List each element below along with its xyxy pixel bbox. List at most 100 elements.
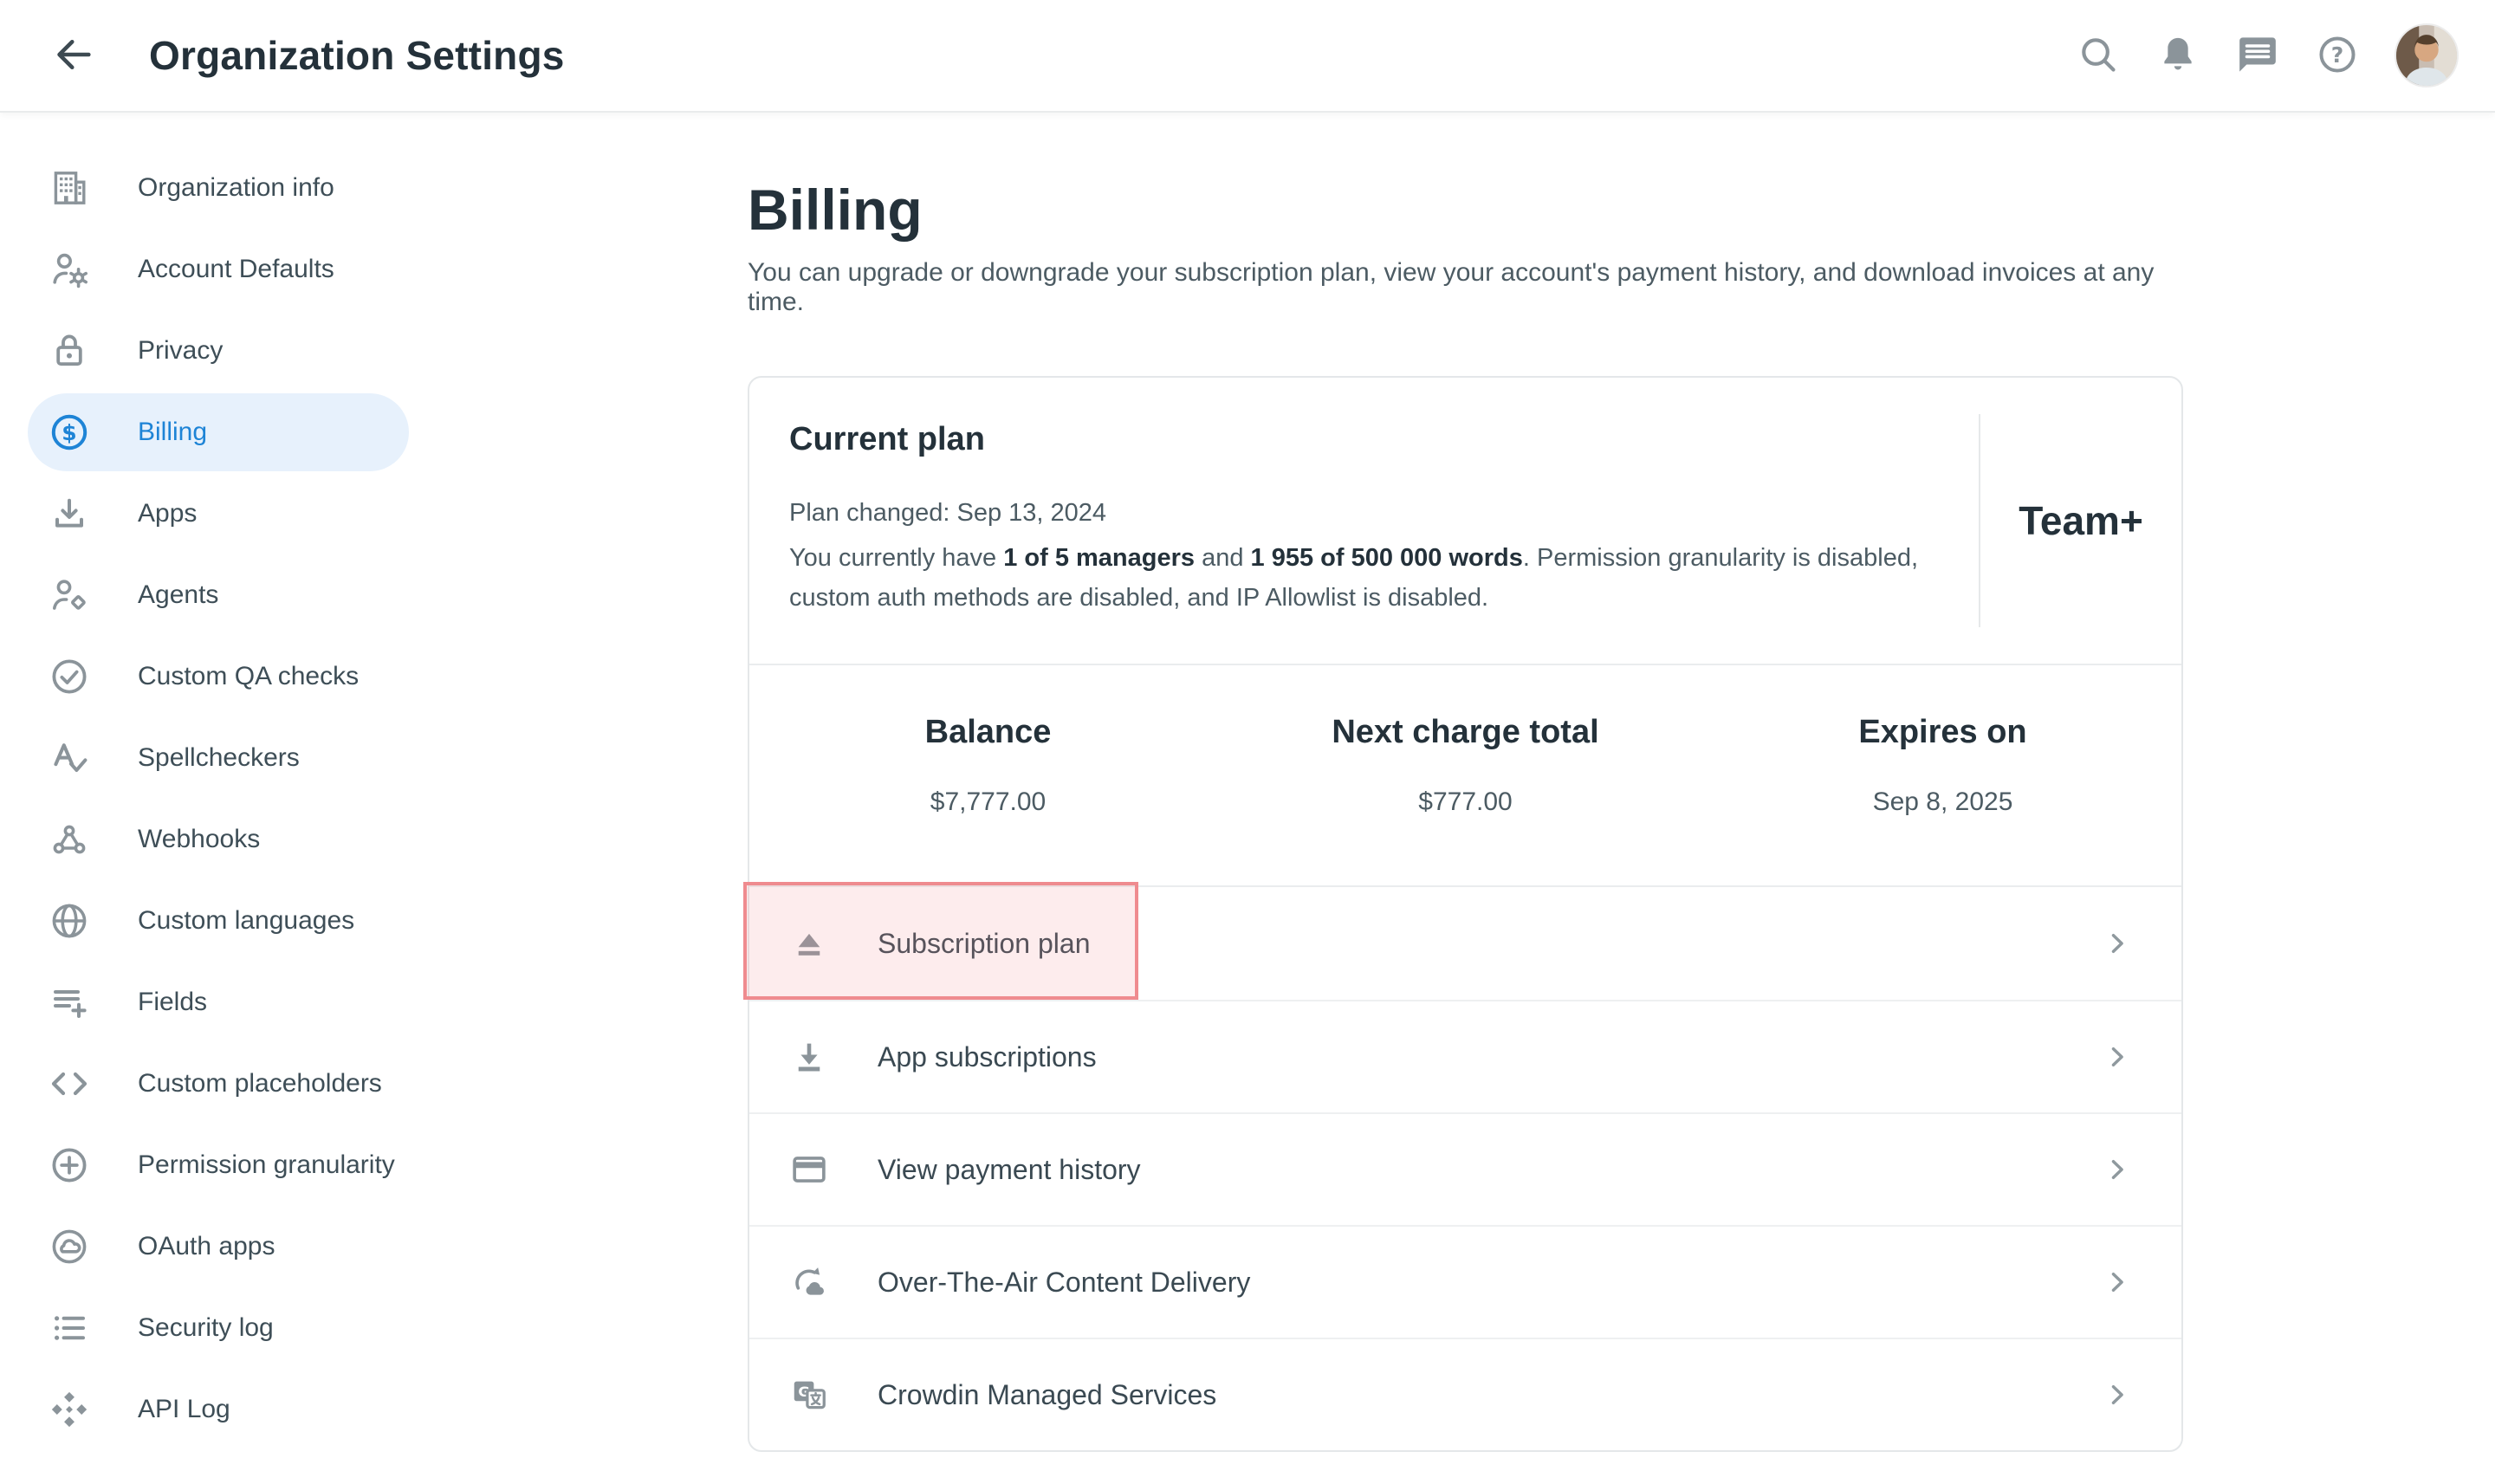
stat-value: $777.00	[1227, 787, 1704, 817]
user-cube-icon	[49, 574, 90, 616]
webhook-icon	[49, 819, 90, 860]
billing-subtitle: You can upgrade or downgrade your subscr…	[748, 258, 2183, 317]
sidebar-item-label: Organization info	[138, 173, 334, 203]
row-label: View payment history	[878, 1154, 1141, 1186]
sidebar-item-label: Account Defaults	[138, 255, 334, 284]
diamonds-icon	[49, 1389, 90, 1430]
bulleted-list-icon	[49, 1307, 90, 1349]
back-button[interactable]	[50, 32, 97, 79]
sidebar-item-fields[interactable]: Fields	[28, 963, 409, 1041]
current-plan-heading: Current plan	[789, 421, 1930, 458]
sidebar-item-custom-placeholders[interactable]: Custom placeholders	[28, 1045, 409, 1123]
sidebar-item-label: Billing	[138, 418, 207, 447]
help-button[interactable]: ?	[2315, 33, 2360, 78]
settings-sidebar: Organization info Account Defaults	[0, 113, 450, 1452]
row-app-subscriptions[interactable]: App subscriptions	[749, 1000, 2181, 1112]
billing-main: Billing You can upgrade or downgrade you…	[748, 113, 2183, 1452]
lock-icon	[49, 330, 90, 372]
chevron-right-icon	[2102, 1379, 2133, 1410]
usage-segment: and	[1195, 544, 1251, 572]
globe-icon	[49, 900, 90, 942]
search-icon	[2077, 33, 2120, 79]
stat-label: Next charge total	[1227, 714, 1704, 751]
building-icon	[49, 167, 90, 209]
eject-icon	[789, 923, 829, 963]
download-icon	[789, 1037, 829, 1077]
stat-balance: Balance $7,777.00	[749, 665, 1227, 885]
list-plus-icon	[49, 982, 90, 1023]
row-label: App subscriptions	[878, 1041, 1097, 1073]
stat-label: Balance	[749, 714, 1227, 751]
sidebar-item-privacy[interactable]: Privacy	[28, 312, 409, 390]
top-actions: ?	[2076, 23, 2459, 87]
billing-title: Billing	[748, 177, 2183, 243]
sidebar-item-permission-granularity[interactable]: Permission granularity	[28, 1126, 409, 1204]
sidebar-item-billing[interactable]: $ Billing	[28, 393, 409, 471]
plus-circle-icon	[49, 1144, 90, 1186]
help-icon: ?	[2316, 33, 2359, 79]
row-subscription-plan[interactable]: Subscription plan	[749, 887, 2181, 1000]
sidebar-item-label: API Log	[138, 1395, 230, 1424]
billing-card: Current plan Plan changed: Sep 13, 2024 …	[748, 376, 2183, 1452]
dollar-circle-icon: $	[49, 412, 90, 453]
plan-usage-text: You currently have 1 of 5 managers and 1…	[789, 538, 1930, 618]
cloud-circle-icon	[49, 1226, 90, 1267]
notifications-bell-icon	[2156, 33, 2200, 79]
back-arrow-icon	[51, 32, 96, 80]
page-title: Organization Settings	[149, 32, 565, 79]
search-button[interactable]	[2076, 33, 2121, 78]
sidebar-item-apps[interactable]: Apps	[28, 475, 409, 553]
svg-text:?: ?	[2331, 42, 2344, 67]
stat-expires-on: Expires on Sep 8, 2025	[1704, 665, 2181, 885]
sidebar-item-account-defaults[interactable]: Account Defaults	[28, 230, 409, 308]
chat-icon	[2236, 33, 2279, 79]
row-crowdin-managed-services[interactable]: G Crowdin Managed Services	[749, 1338, 2181, 1450]
sidebar-item-label: Custom placeholders	[138, 1069, 382, 1098]
svg-text:$: $	[62, 420, 76, 445]
usage-managers: 1 of 5 managers	[1003, 544, 1195, 572]
chevron-right-icon	[2102, 928, 2133, 959]
sidebar-item-label: Security log	[138, 1313, 274, 1343]
user-avatar[interactable]	[2395, 23, 2459, 87]
chevron-right-icon	[2102, 1267, 2133, 1298]
row-label: Subscription plan	[878, 928, 1090, 960]
usage-segment: You currently have	[789, 544, 1003, 572]
sidebar-item-webhooks[interactable]: Webhooks	[28, 800, 409, 878]
sidebar-item-label: Apps	[138, 499, 197, 528]
sidebar-item-label: Spellcheckers	[138, 743, 300, 773]
messages-button[interactable]	[2235, 33, 2280, 78]
row-ota-content-delivery[interactable]: Over-The-Air Content Delivery	[749, 1225, 2181, 1338]
sidebar-item-api-log[interactable]: API Log	[28, 1371, 409, 1448]
download-tray-icon	[49, 493, 90, 535]
stat-label: Expires on	[1704, 714, 2181, 751]
sidebar-item-custom-qa-checks[interactable]: Custom QA checks	[28, 638, 409, 716]
ota-cloud-sync-icon	[789, 1262, 829, 1302]
sidebar-item-label: Webhooks	[138, 825, 260, 854]
usage-words: 1 955 of 500 000 words	[1251, 544, 1523, 572]
row-view-payment-history[interactable]: View payment history	[749, 1112, 2181, 1225]
sidebar-item-label: Fields	[138, 988, 207, 1017]
sidebar-item-custom-languages[interactable]: Custom languages	[28, 882, 409, 960]
chevron-right-icon	[2102, 1154, 2133, 1185]
sidebar-item-label: Agents	[138, 580, 218, 610]
plan-name-badge: Team+	[1980, 378, 2181, 664]
notifications-button[interactable]	[2155, 33, 2200, 78]
user-gear-icon	[49, 249, 90, 290]
sidebar-item-oauth-apps[interactable]: OAuth apps	[28, 1208, 409, 1286]
translate-icon: G	[789, 1375, 829, 1415]
plan-changed-text: Plan changed: Sep 13, 2024	[789, 493, 1930, 533]
code-brackets-icon	[49, 1063, 90, 1105]
sidebar-item-security-log[interactable]: Security log	[28, 1289, 409, 1367]
credit-card-icon	[789, 1150, 829, 1189]
stat-next-charge: Next charge total $777.00	[1227, 665, 1704, 885]
spellcheck-icon	[49, 737, 90, 779]
sidebar-item-label: Custom languages	[138, 906, 354, 936]
current-plan-section: Current plan Plan changed: Sep 13, 2024 …	[749, 378, 2181, 665]
billing-stats: Balance $7,777.00 Next charge total $777…	[749, 665, 2181, 887]
row-label: Over-The-Air Content Delivery	[878, 1267, 1250, 1299]
sidebar-item-agents[interactable]: Agents	[28, 556, 409, 634]
sidebar-item-organization-info[interactable]: Organization info	[28, 149, 409, 227]
row-label: Crowdin Managed Services	[878, 1379, 1216, 1411]
sidebar-item-label: Privacy	[138, 336, 223, 366]
sidebar-item-spellcheckers[interactable]: Spellcheckers	[28, 719, 409, 797]
